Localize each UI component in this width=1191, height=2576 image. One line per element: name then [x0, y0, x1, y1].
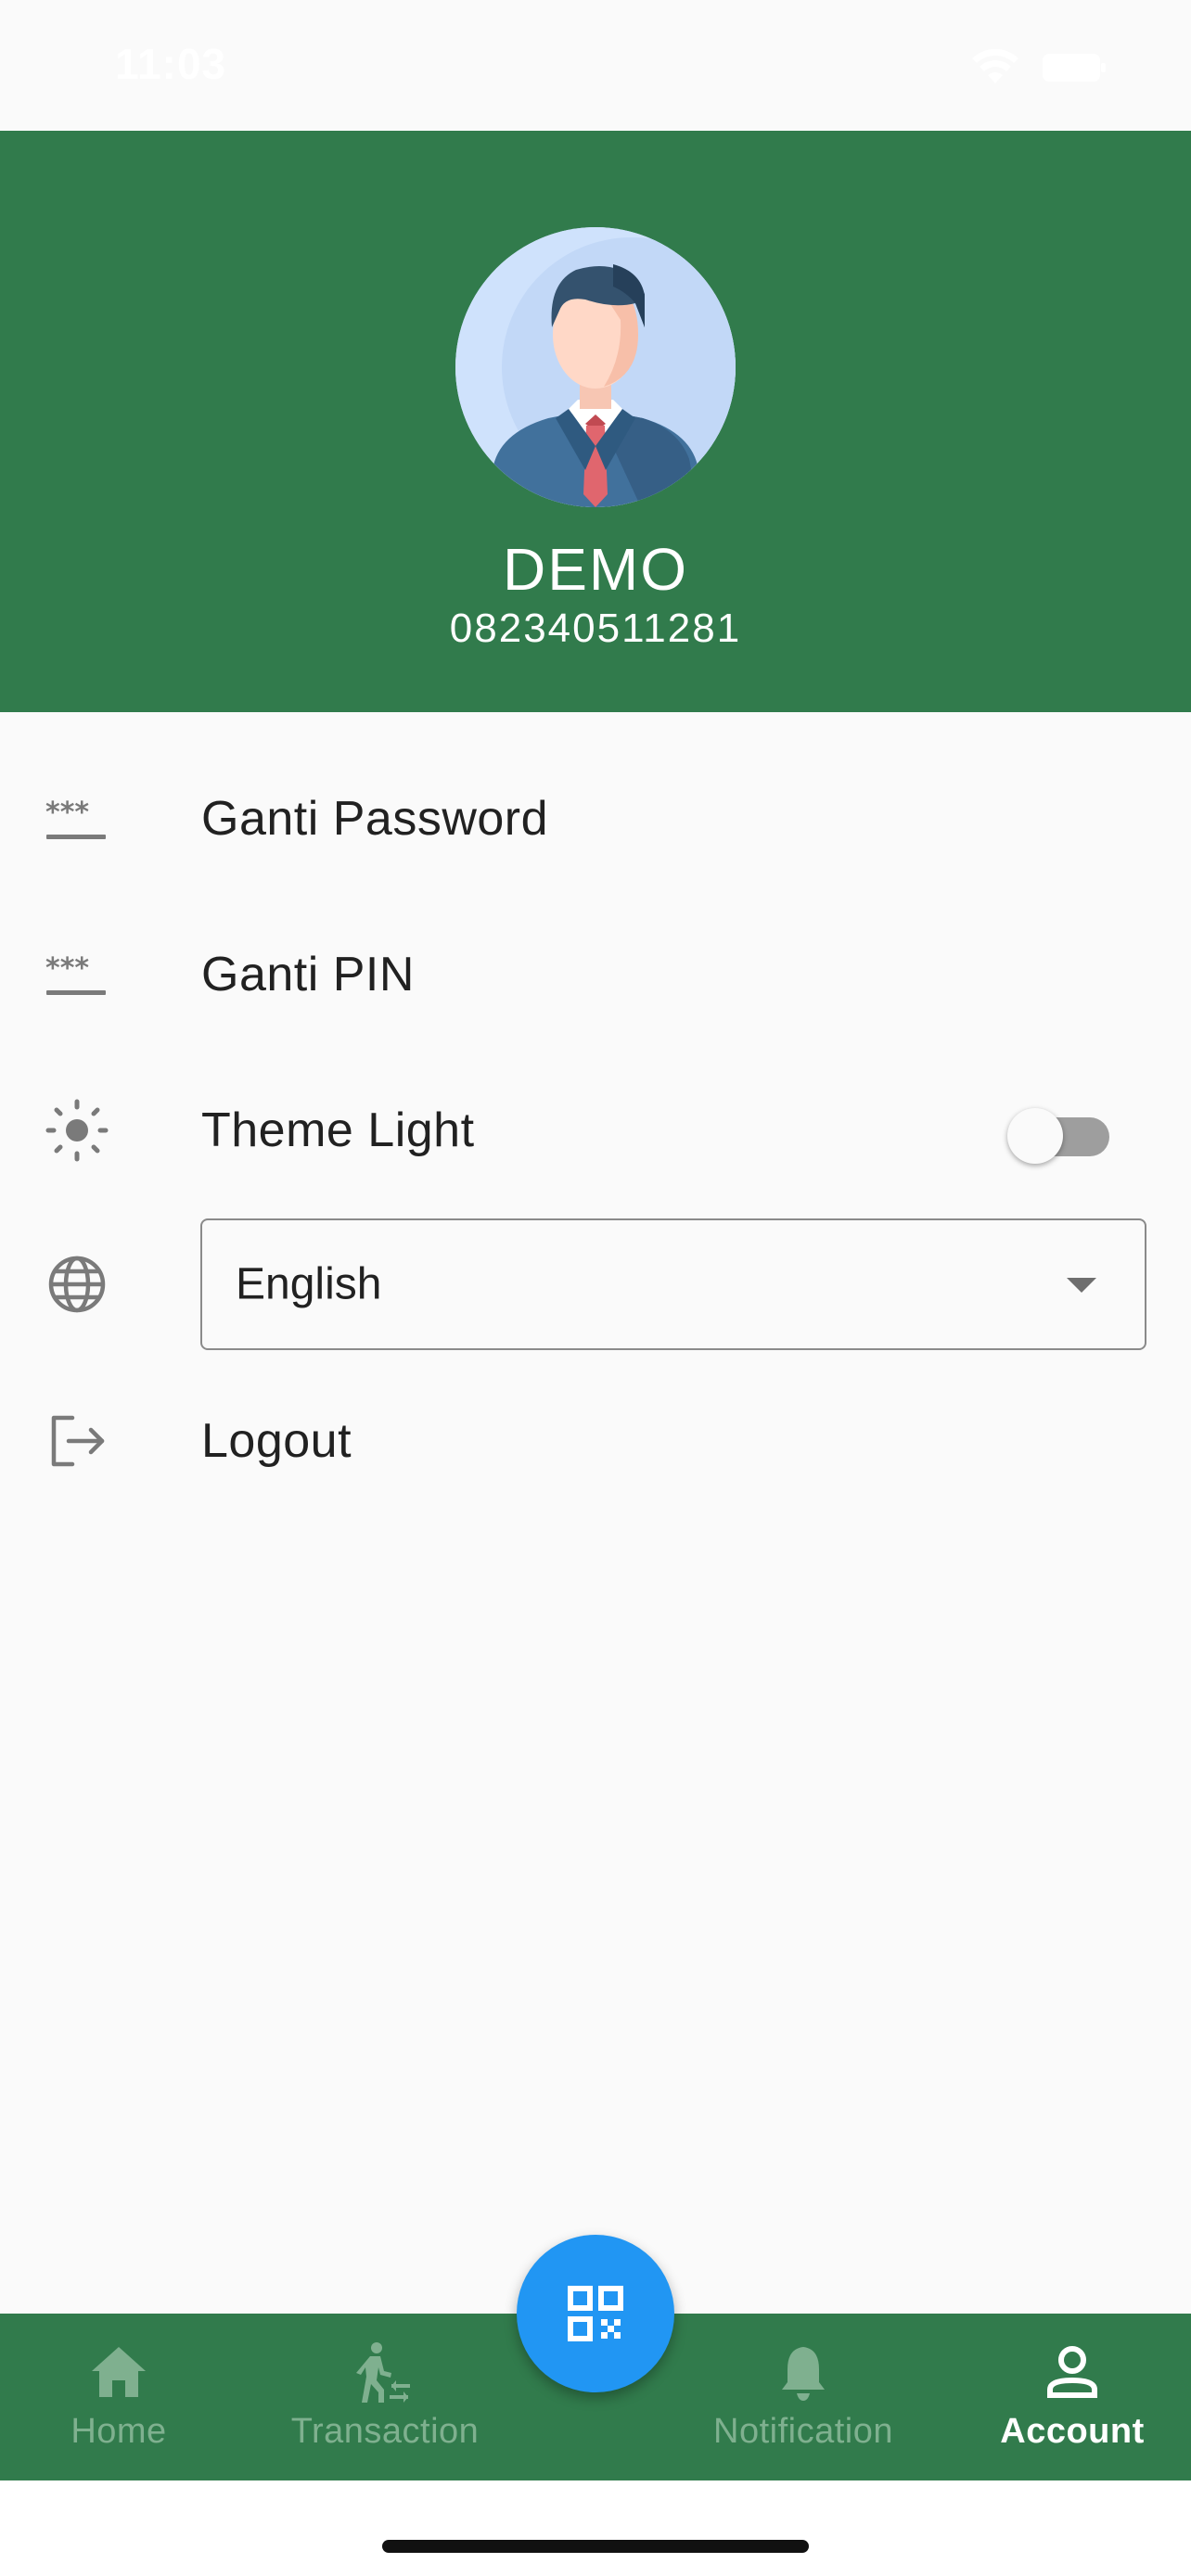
profile-phone: 082340511281	[449, 606, 742, 651]
theme-toggle[interactable]	[1007, 1103, 1111, 1164]
menu-item-language: English	[0, 1217, 1191, 1352]
nav-item-account[interactable]: Account	[981, 2314, 1163, 2480]
nav-item-home[interactable]: Home	[28, 2314, 210, 2480]
change-pin-label: Ganti PIN	[201, 948, 415, 1001]
language-dropdown[interactable]: English	[200, 1218, 1146, 1350]
nav-label-account: Account	[1000, 2412, 1145, 2451]
svg-text:***: ***	[45, 952, 89, 985]
menu-item-logout[interactable]: Logout	[0, 1363, 1191, 1519]
sun-icon	[45, 1099, 109, 1162]
globe-icon	[48, 1256, 106, 1313]
account-icon	[1047, 2346, 1097, 2398]
menu-item-change-pin[interactable]: *** Ganti PIN	[0, 897, 1191, 1052]
nav-label-transaction: Transaction	[290, 2412, 480, 2451]
language-value: English	[236, 1259, 382, 1309]
qr-code-icon	[568, 2286, 623, 2341]
menu-item-theme[interactable]: Theme Light	[0, 1052, 1191, 1208]
wifi-icon	[972, 48, 1018, 83]
profile-name: DEMO	[503, 536, 688, 603]
svg-text:***: ***	[45, 797, 89, 829]
avatar-illustration	[455, 227, 736, 507]
home-indicator-area	[0, 2480, 1191, 2576]
home-indicator[interactable]	[382, 2540, 809, 2553]
nav-item-transaction[interactable]: Transaction	[269, 2314, 501, 2480]
theme-label: Theme Light	[201, 1103, 475, 1157]
nav-label-home: Home	[70, 2412, 167, 2451]
status-bar: 11:03	[0, 0, 1191, 131]
pin-icon: ***	[45, 952, 106, 995]
battery-icon	[1043, 54, 1106, 82]
transaction-icon	[356, 2342, 410, 2403]
bell-icon	[782, 2347, 825, 2401]
logout-icon	[51, 1415, 105, 1467]
nav-label-notification: Notification	[713, 2412, 893, 2451]
password-icon: ***	[45, 797, 106, 839]
change-password-label: Ganti Password	[201, 792, 549, 846]
toggle-thumb	[1007, 1108, 1063, 1164]
status-time: 11:03	[115, 40, 227, 88]
profile-header: DEMO 082340511281	[0, 131, 1191, 712]
menu-item-change-password[interactable]: *** Ganti Password	[0, 741, 1191, 897]
avatar[interactable]	[455, 227, 736, 507]
chevron-down-icon	[1067, 1278, 1096, 1293]
scan-qr-button[interactable]	[517, 2235, 674, 2392]
nav-item-notification[interactable]: Notification	[686, 2314, 920, 2480]
home-icon	[92, 2347, 146, 2397]
logout-label: Logout	[201, 1414, 352, 1468]
